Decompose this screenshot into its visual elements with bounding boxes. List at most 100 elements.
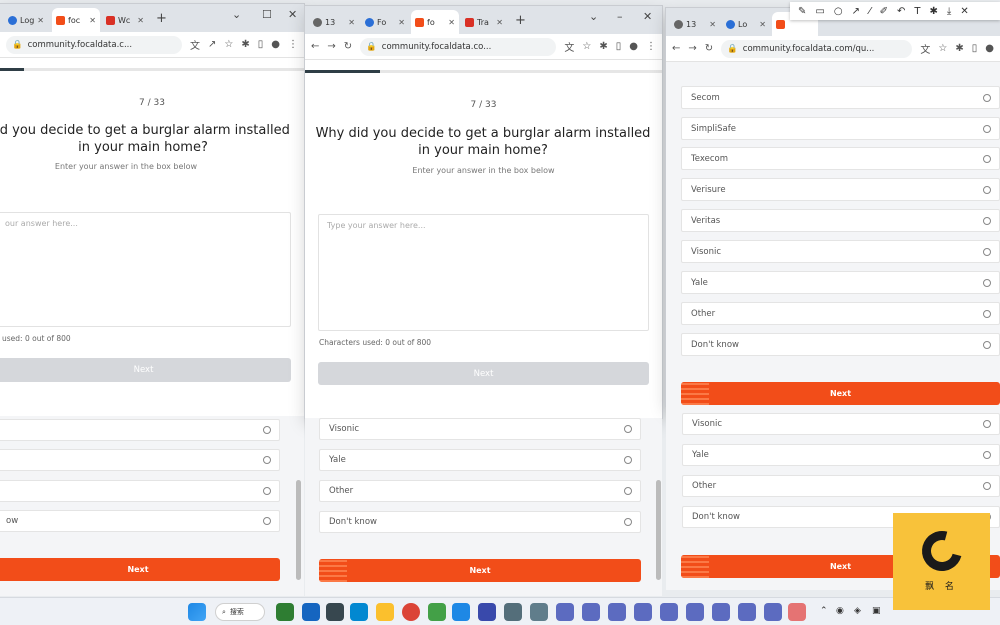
option-yale[interactable]: Yale (681, 271, 1000, 294)
translate-icon[interactable]: 文 (190, 37, 200, 52)
behind-option[interactable]: Don't know (319, 511, 641, 533)
app-icon[interactable] (452, 603, 470, 621)
minimize-icon[interactable]: – (617, 10, 623, 23)
answer-textarea[interactable]: Type your answer here... (318, 214, 649, 331)
rectangle-icon[interactable]: ▭ (815, 6, 824, 17)
forward-icon[interactable]: → (327, 41, 335, 52)
behind-option[interactable]: Yale (319, 449, 641, 471)
tray-chevron-icon[interactable]: ⌃ (820, 606, 828, 616)
sidebar-icon[interactable]: ▯ (616, 41, 622, 52)
reload-icon[interactable]: ↻ (344, 41, 352, 52)
chevron-down-icon[interactable]: ⌄ (589, 10, 598, 23)
back-icon[interactable]: ← (311, 41, 319, 52)
close-icon[interactable]: ✕ (137, 16, 144, 25)
behind-option[interactable] (0, 480, 280, 502)
close-icon[interactable]: ✕ (448, 18, 455, 27)
app-icon[interactable] (350, 603, 368, 621)
app-icon[interactable] (504, 603, 522, 621)
star-icon[interactable]: ☆ (224, 39, 233, 50)
windows-start-icon[interactable] (188, 603, 206, 621)
app-icon[interactable] (276, 603, 294, 621)
profile-icon[interactable]: ● (985, 43, 994, 54)
star-icon[interactable]: ☆ (582, 41, 591, 52)
left-tab-3[interactable]: Wc ✕ (102, 8, 148, 32)
new-tab-icon[interactable]: + (515, 13, 526, 28)
arrow-icon[interactable]: ↗ (852, 6, 860, 17)
close-icon[interactable]: ✕ (89, 16, 96, 25)
tray-icon[interactable]: ▣ (872, 606, 881, 616)
app-icon[interactable] (530, 603, 548, 621)
reload-icon[interactable]: ↻ (705, 43, 713, 54)
line-icon[interactable]: ⁄ (869, 6, 871, 17)
translate-icon[interactable]: 文 (920, 41, 930, 56)
close-window-icon[interactable]: ✕ (643, 10, 652, 23)
extensions-icon[interactable]: ✱ (599, 41, 607, 52)
pin-icon[interactable]: ✱ (930, 6, 938, 17)
next-button[interactable]: Next (318, 362, 649, 385)
app-icon[interactable] (712, 603, 730, 621)
circle-icon[interactable]: ○ (834, 6, 843, 17)
save-icon[interactable]: ⤓ (947, 6, 951, 17)
middle-address-bar[interactable]: 🔒 community.focaldata.co... (360, 37, 557, 56)
right-tab-2[interactable]: Lo ✕ (722, 12, 770, 36)
extensions-icon[interactable]: ✱ (241, 39, 249, 50)
chrome-icon[interactable] (402, 603, 420, 621)
app-icon[interactable] (660, 603, 678, 621)
sidebar-icon[interactable]: ▯ (258, 39, 264, 50)
right-address-bar[interactable]: 🔒 community.focaldata.com/qu... (721, 39, 913, 58)
middle-tab-2[interactable]: Fo ✕ (361, 10, 409, 34)
tray-icon[interactable]: ◈ (854, 606, 861, 616)
sidebar-icon[interactable]: ▯ (972, 43, 978, 54)
folder-icon[interactable] (376, 603, 394, 621)
left-tab-1[interactable]: Log ✕ (4, 8, 48, 32)
option-verisure[interactable]: Verisure (681, 178, 1000, 201)
undo-icon[interactable]: ↶ (897, 6, 905, 17)
menu-icon[interactable]: ⋮ (646, 41, 656, 52)
app-icon[interactable] (738, 603, 756, 621)
close-icon[interactable]: ✕ (348, 18, 355, 27)
close-icon[interactable]: ✕ (759, 20, 766, 29)
app-icon[interactable] (608, 603, 626, 621)
new-tab-icon[interactable]: + (156, 11, 167, 26)
profile-icon[interactable]: ● (271, 39, 280, 50)
left-address-bar[interactable]: 🔒 community.focaldata.c... (6, 35, 182, 54)
close-icon[interactable]: ✕ (496, 18, 503, 27)
option-visonic[interactable]: Visonic (681, 240, 1000, 263)
pen-icon[interactable]: ✎ (798, 6, 806, 17)
behind-option[interactable]: Other (319, 480, 641, 502)
menu-icon[interactable]: ⋮ (288, 39, 298, 50)
close-icon[interactable]: ✕ (37, 16, 44, 25)
answer-textarea[interactable]: our answer here... (0, 212, 291, 327)
star-icon[interactable]: ☆ (938, 43, 947, 54)
right-tab-1[interactable]: 13 ✕ (670, 12, 720, 36)
app-icon[interactable] (686, 603, 704, 621)
close-window-icon[interactable]: ✕ (288, 8, 297, 21)
close-icon[interactable]: ✕ (709, 20, 716, 29)
tray-icon[interactable]: ◉ (836, 606, 844, 616)
option-simplisafe[interactable]: SimpliSafe (681, 117, 1000, 140)
app-icon[interactable] (428, 603, 446, 621)
behind-option[interactable]: Other (682, 475, 1000, 497)
app-icon[interactable] (302, 603, 320, 621)
option-secom[interactable]: Secom (681, 86, 1000, 109)
share-icon[interactable]: ↗ (208, 39, 216, 50)
option-dont-know[interactable]: Don't know (681, 333, 1000, 356)
text-icon[interactable]: T (914, 6, 920, 17)
app-icon[interactable] (634, 603, 652, 621)
middle-tab-4[interactable]: Tra ✕ (461, 10, 507, 34)
behind-option[interactable]: Visonic (319, 418, 641, 440)
option-texecom[interactable]: Texecom (681, 147, 1000, 170)
behind-option[interactable]: Visonic (682, 413, 1000, 435)
middle-tab-3[interactable]: fo ✕ (411, 10, 459, 34)
middle-tab-1[interactable]: 13 ✕ (309, 10, 359, 34)
behind-option[interactable] (0, 419, 280, 441)
app-icon[interactable] (764, 603, 782, 621)
left-tab-2[interactable]: foc ✕ (52, 8, 100, 32)
behind-option[interactable]: Yale (682, 444, 1000, 466)
back-icon[interactable]: ← (672, 43, 680, 54)
translate-icon[interactable]: 文 (564, 39, 574, 54)
app-icon[interactable] (582, 603, 600, 621)
option-veritas[interactable]: Veritas (681, 209, 1000, 232)
option-other[interactable]: Other (681, 302, 1000, 325)
minimize-icon[interactable]: ⌄ (232, 8, 241, 21)
